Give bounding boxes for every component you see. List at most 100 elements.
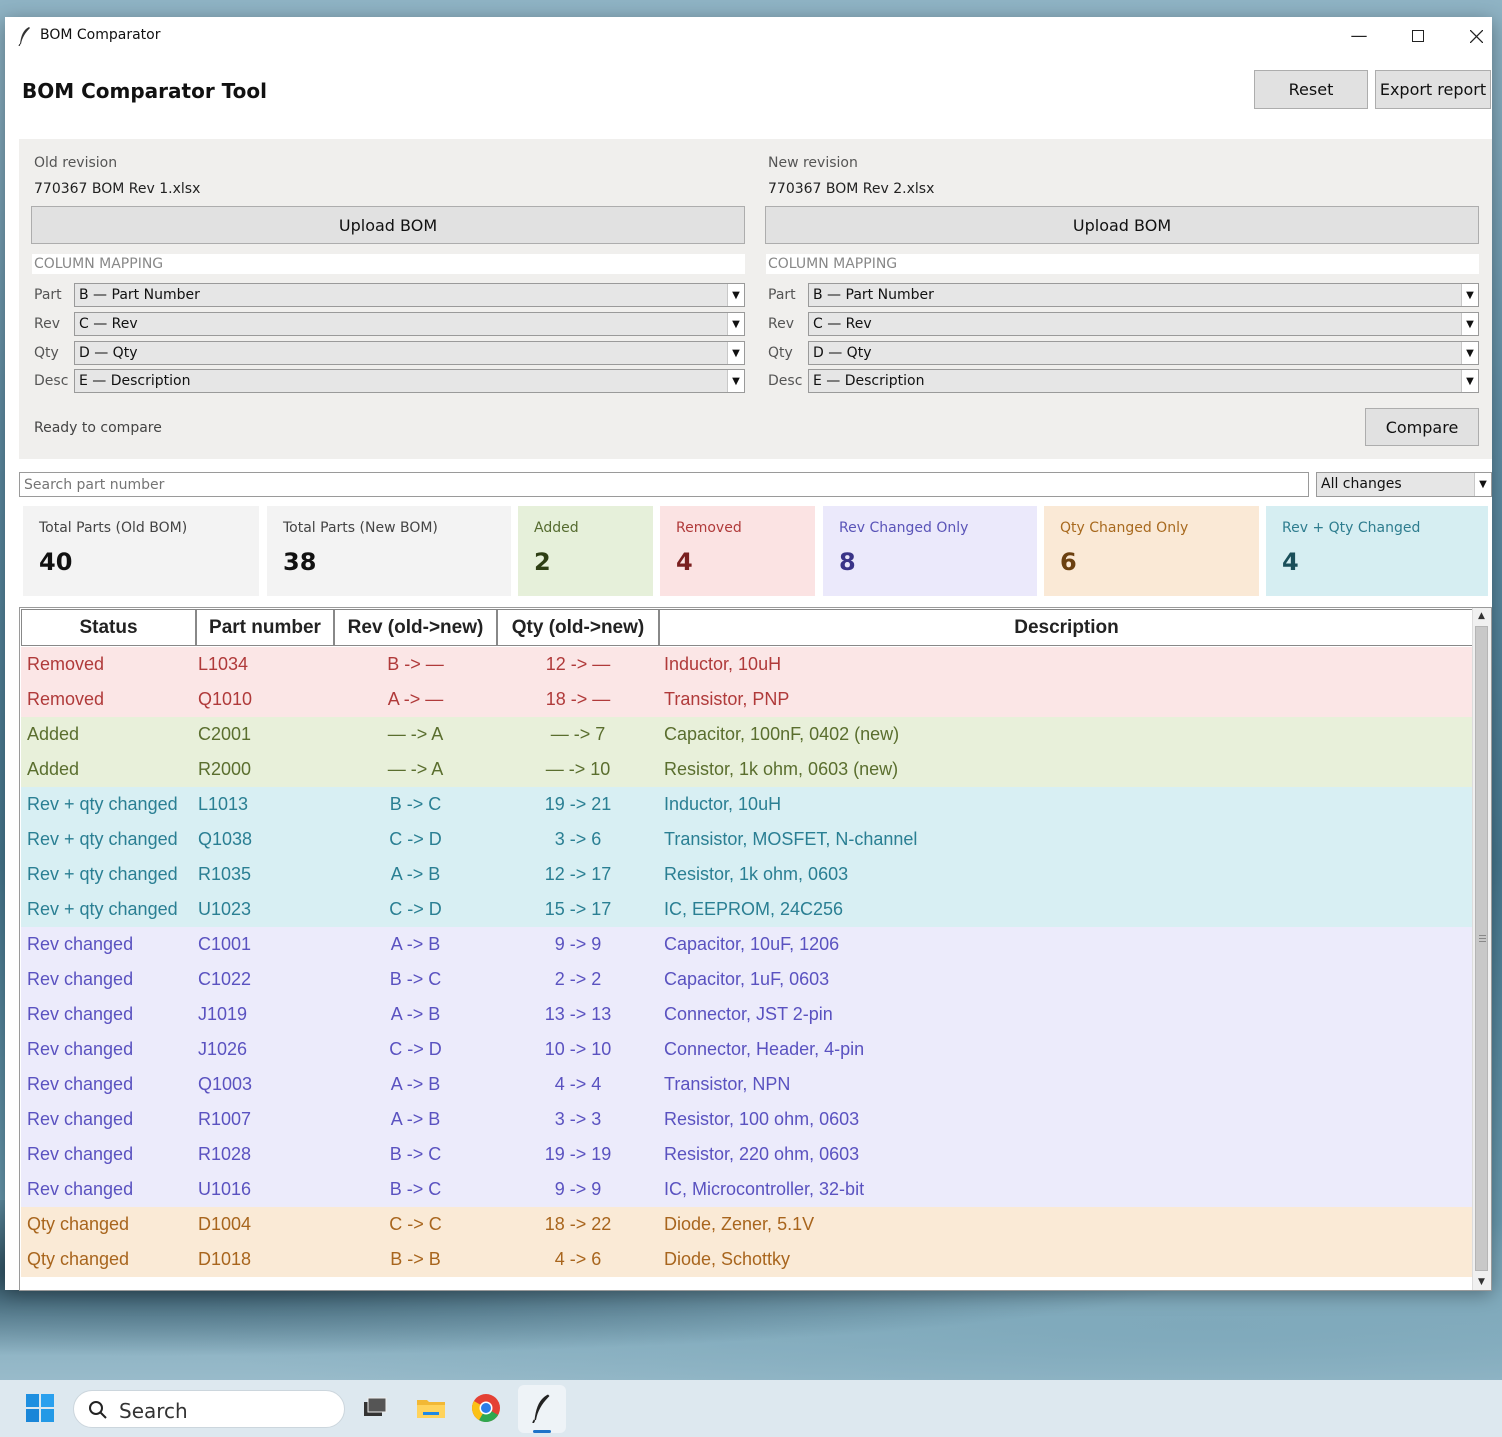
scroll-up-icon[interactable]: ▲	[1473, 608, 1490, 624]
compare-button[interactable]: Compare	[1365, 408, 1479, 446]
part-number-cell: L1013	[198, 794, 249, 814]
chevron-down-icon: ▼	[1461, 370, 1478, 392]
table-row[interactable]: Rev changed R1007 A -> B 3 -> 3 Resistor, 10…	[21, 1102, 1474, 1137]
table-row[interactable]: Rev changed R1028 B -> C 19 -> 19 Resistor, …	[21, 1137, 1474, 1172]
column-header[interactable]: Part number	[196, 609, 334, 646]
summary-card: Total Parts (Old BOM) 40	[23, 506, 259, 596]
table-row[interactable]: Rev + qty changed L1013 B -> C 19 -> 21 Indu…	[21, 787, 1474, 822]
table-row[interactable]: Removed L1034 B -> — 12 -> — Inductor, 10uH	[21, 647, 1474, 682]
rev-cell: A -> B	[390, 1004, 441, 1024]
status-cell: Rev changed	[27, 1039, 134, 1059]
new-part-column-select[interactable]: B — Part Number ▼	[808, 283, 1479, 307]
old-part-column-select[interactable]: B — Part Number ▼	[74, 283, 745, 307]
table-row[interactable]: Rev changed J1019 A -> B 13 -> 13 Connector,…	[21, 997, 1474, 1032]
table-row[interactable]: Added C2001 — -> A — -> 7 Capacitor, 100nF, …	[21, 717, 1474, 752]
maximize-icon	[1412, 30, 1424, 42]
old-map-label-rev: Rev	[34, 316, 60, 332]
table-row[interactable]: Qty changed D1018 B -> B 4 -> 6 Diode, Schot…	[21, 1242, 1474, 1277]
page-title: BOM Comparator Tool	[22, 79, 267, 103]
new-qty-column-select[interactable]: D — Qty ▼	[808, 341, 1479, 365]
part-number-cell: R2000	[198, 759, 252, 779]
status-cell: Rev changed	[27, 934, 134, 954]
description-cell: Capacitor, 10uF, 1206	[664, 934, 840, 954]
old-desc-column-select[interactable]: E — Description ▼	[74, 369, 745, 393]
table-row[interactable]: Rev changed Q1003 A -> B 4 -> 4 Transistor, …	[21, 1067, 1474, 1102]
old-file-name: 770367 BOM Rev 1.xlsx	[34, 181, 201, 197]
table-row[interactable]: Rev + qty changed U1023 C -> D 15 -> 17 IC, …	[21, 892, 1474, 927]
status-cell: Removed	[27, 689, 105, 709]
table-row[interactable]: Rev + qty changed R1035 A -> B 12 -> 17 Resi…	[21, 857, 1474, 892]
chevron-down-icon: ▼	[1461, 342, 1478, 364]
rev-cell: B -> C	[389, 969, 442, 989]
summary-card: Removed 4	[660, 506, 815, 596]
new-desc-column-select[interactable]: E — Description ▼	[808, 369, 1479, 393]
old-qty-column-select[interactable]: D — Qty ▼	[74, 341, 745, 365]
qty-cell: 3 -> 3	[554, 1109, 602, 1129]
status-cell: Rev changed	[27, 969, 134, 989]
windows-start-icon[interactable]	[24, 1392, 56, 1424]
part-number-cell: D1004	[198, 1214, 252, 1234]
description-cell: Inductor, 10uH	[664, 794, 782, 814]
rev-cell: A -> —	[387, 689, 444, 709]
status-cell: Rev changed	[27, 1074, 134, 1094]
old-upload-bom-button[interactable]: Upload BOM	[31, 206, 745, 244]
description-cell: IC, Microcontroller, 32-bit	[664, 1179, 865, 1199]
task-view-icon[interactable]	[359, 1392, 391, 1424]
taskbar-search[interactable]: Search	[73, 1390, 345, 1428]
description-cell: Resistor, 100 ohm, 0603	[664, 1109, 860, 1129]
table-row[interactable]: Rev + qty changed Q1038 C -> D 3 -> 6 Transi…	[21, 822, 1474, 857]
summary-card-label: Total Parts (Old BOM)	[39, 520, 188, 536]
rev-cell: B -> C	[389, 794, 442, 814]
search-input[interactable]	[19, 472, 1309, 497]
summary-card: Added 2	[518, 506, 653, 596]
summary-card-label: Rev Changed Only	[839, 520, 969, 536]
part-number-cell: J1019	[198, 1004, 248, 1024]
column-header[interactable]: Status	[21, 609, 196, 646]
description-cell: Transistor, MOSFET, N-channel	[664, 829, 918, 849]
part-number-cell: D1018	[198, 1249, 252, 1269]
status-cell: Rev changed	[27, 1179, 134, 1199]
vertical-scrollbar[interactable]: ▲ ▼	[1472, 608, 1491, 1290]
new-rev-column-select[interactable]: C — Rev ▼	[808, 312, 1479, 336]
reset-button[interactable]: Reset	[1254, 70, 1368, 109]
table-row[interactable]: Rev changed U1016 B -> C 9 -> 9 IC, Microcon…	[21, 1172, 1474, 1207]
table-row[interactable]: Added R2000 — -> A — -> 10 Resistor, 1k ohm,…	[21, 752, 1474, 787]
status-cell: Rev changed	[27, 1004, 134, 1024]
close-button[interactable]	[1453, 23, 1499, 49]
status-cell: Qty changed	[27, 1214, 130, 1234]
table-row[interactable]: Rev changed C1001 A -> B 9 -> 9 Capacitor, 1…	[21, 927, 1474, 962]
old-rev-column-select[interactable]: C — Rev ▼	[74, 312, 745, 336]
table-body: Removed L1034 B -> —12 -> — Inductor, 10uH R…	[21, 647, 1474, 1277]
table-row[interactable]: Rev changed J1026 C -> D 10 -> 10 Connector,…	[21, 1032, 1474, 1067]
file-explorer-icon[interactable]	[415, 1392, 447, 1424]
description-cell: Resistor, 1k ohm, 0603	[664, 864, 849, 884]
change-filter-select[interactable]: All changes ▼	[1316, 472, 1492, 497]
rev-cell: — -> A	[387, 759, 444, 779]
summary-card: Total Parts (New BOM) 38	[267, 506, 511, 596]
active-app-taskbar-button[interactable]	[518, 1385, 566, 1433]
scroll-down-icon[interactable]: ▼	[1473, 1274, 1490, 1290]
rev-cell: B -> —	[387, 654, 444, 674]
description-cell: Capacitor, 1uF, 0603	[664, 969, 830, 989]
chevron-down-icon: ▼	[727, 370, 744, 392]
rev-cell: C -> D	[389, 1039, 442, 1059]
chrome-icon[interactable]	[470, 1392, 502, 1424]
description-cell: Resistor, 1k ohm, 0603 (new)	[664, 759, 899, 779]
close-icon	[1469, 29, 1483, 43]
table-row[interactable]: Rev changed C1022 B -> C 2 -> 2 Capacitor, 1…	[21, 962, 1474, 997]
new-upload-bom-button[interactable]: Upload BOM	[765, 206, 1479, 244]
taskbar-search-label: Search	[119, 1399, 188, 1423]
scroll-thumb[interactable]	[1475, 626, 1488, 1271]
status-cell: Added	[27, 724, 80, 744]
summary-card: Rev + Qty Changed 4	[1266, 506, 1488, 596]
column-header[interactable]: Description	[659, 609, 1474, 646]
table-row[interactable]: Removed Q1010 A -> — 18 -> — Transistor, PNP	[21, 682, 1474, 717]
maximize-button[interactable]	[1395, 23, 1441, 49]
taskbar: Search	[0, 1380, 1502, 1437]
chevron-down-icon: ▼	[1461, 284, 1478, 306]
table-row[interactable]: Qty changed D1004 C -> C 18 -> 22 Diode, Zen…	[21, 1207, 1474, 1242]
column-header[interactable]: Qty (old->new)	[497, 609, 659, 646]
column-header[interactable]: Rev (old->new)	[334, 609, 497, 646]
minimize-button[interactable]: —	[1336, 23, 1382, 49]
export-report-button[interactable]: Export report	[1375, 70, 1491, 109]
